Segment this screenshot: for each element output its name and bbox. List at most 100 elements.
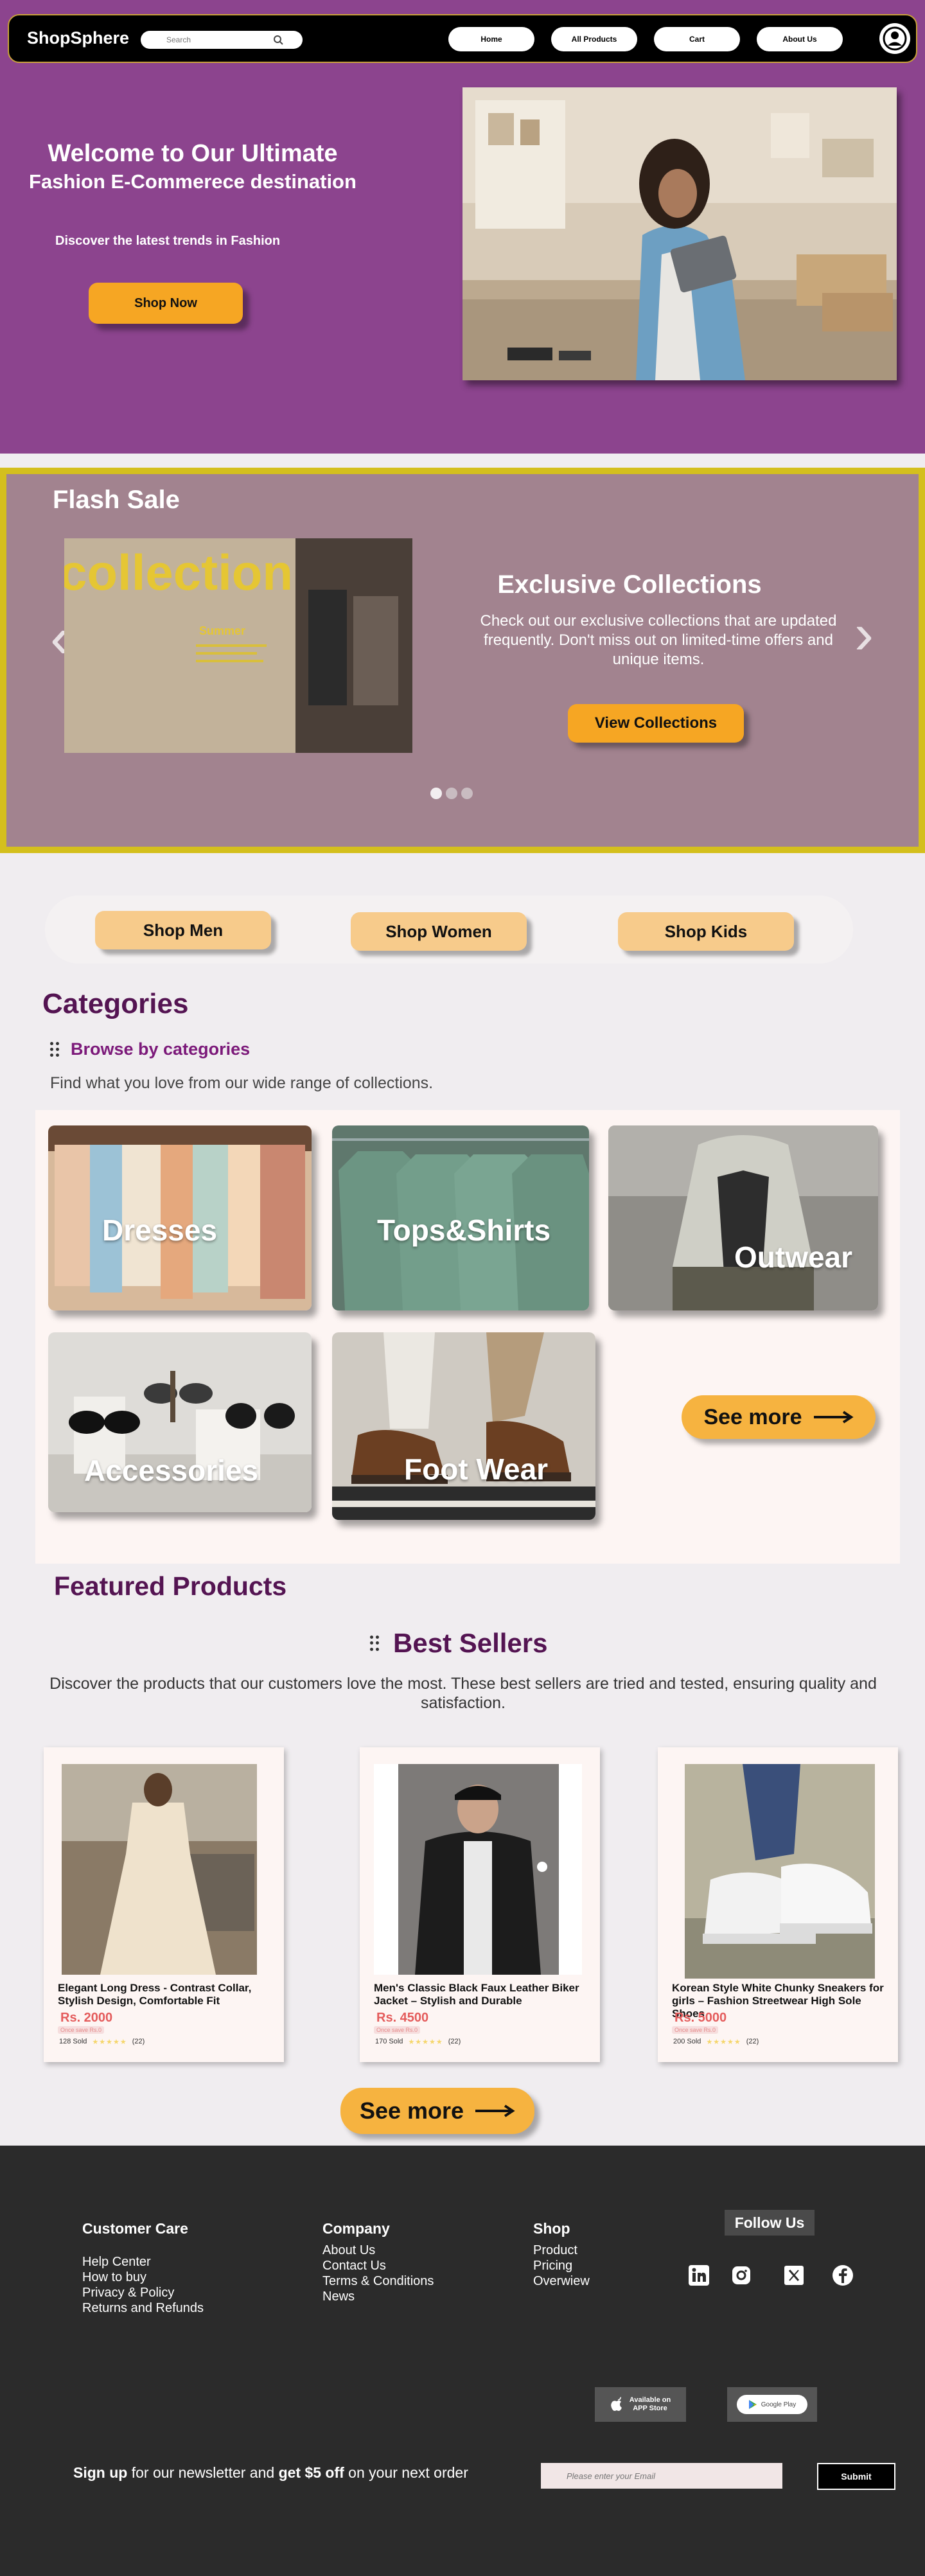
nav-cart[interactable]: Cart (654, 27, 740, 51)
product-reviews: (22) (132, 2038, 145, 2045)
categories-see-more-button[interactable]: See more (682, 1395, 876, 1439)
product-save-badge: Once save Rs.0 (672, 2026, 719, 2034)
category-tops-shirts[interactable]: Tops&Shirts (332, 1125, 589, 1310)
carousel-dot[interactable] (430, 788, 442, 799)
instagram-icon[interactable] (730, 2264, 753, 2287)
newsletter-text: Sign up for our newsletter and get $5 of… (73, 2464, 468, 2481)
image-collection-text: collection (64, 544, 293, 601)
product-name[interactable]: Men's Classic Black Faux Leather Biker J… (374, 1982, 592, 2007)
hero-image (463, 87, 897, 380)
product-image[interactable] (62, 1764, 257, 1975)
nav-home[interactable]: Home (448, 27, 534, 51)
flash-sale-image: collection Summer (64, 538, 412, 753)
category-label: Outwear (734, 1240, 853, 1274)
product-sold: 170 Sold (375, 2038, 403, 2045)
navbar: ShopSphere Home All Products Cart About … (8, 14, 917, 63)
footer-shop: Shop Product Pricing Overwiew (533, 2220, 590, 2289)
arrow-right-icon (475, 2104, 515, 2117)
apple-icon (610, 2397, 622, 2411)
footer: Customer Care Help Center How to buy Pri… (0, 2146, 925, 2576)
product-sold: 200 Sold (673, 2038, 701, 2045)
category-label: Accessories (84, 1454, 259, 1487)
shop-men-button[interactable]: Shop Men (95, 911, 271, 949)
flash-sale-description: Check out our exclusive collections that… (480, 612, 837, 668)
footer-link[interactable]: Help Center (82, 2254, 204, 2270)
submit-button[interactable]: Submit (817, 2463, 895, 2490)
category-accessories[interactable]: Accessories (48, 1332, 312, 1512)
product-meta: 200 Sold ★★★★★ (22) (673, 2038, 759, 2046)
carousel-dot[interactable] (461, 788, 473, 799)
linkedin-icon[interactable] (687, 2264, 710, 2287)
product-card[interactable]: Men's Classic Black Faux Leather Biker J… (360, 1747, 600, 2062)
product-meta: 170 Sold ★★★★★ (22) (375, 2038, 461, 2046)
product-image[interactable] (685, 1764, 875, 1979)
featured-see-more-button[interactable]: See more (340, 2088, 534, 2134)
product-meta: 128 Sold ★★★★★ (22) (59, 2038, 145, 2046)
category-foot-wear[interactable]: Foot Wear (332, 1332, 595, 1520)
footer-customer-care: Customer Care Help Center How to buy Pri… (82, 2220, 204, 2316)
category-outwear[interactable]: Outwear (608, 1125, 878, 1310)
footer-heading: Company (322, 2220, 390, 2237)
user-icon (883, 26, 907, 51)
arrow-right-icon (813, 1411, 854, 1424)
carousel-next-arrow[interactable]: › (854, 605, 874, 663)
logo[interactable]: ShopSphere (27, 28, 129, 48)
product-card[interactable]: Korean Style White Chunky Sneakers for g… (658, 1747, 898, 2062)
nav-about-us[interactable]: About Us (757, 27, 843, 51)
email-input[interactable] (541, 2463, 782, 2489)
footer-link[interactable]: Overwiew (533, 2273, 590, 2289)
category-label: Foot Wear (404, 1452, 549, 1486)
footer-link[interactable]: Pricing (533, 2258, 590, 2273)
nav-all-products[interactable]: All Products (551, 27, 637, 51)
shop-kids-button[interactable]: Shop Kids (618, 912, 794, 951)
footer-link[interactable]: About Us (322, 2243, 434, 2258)
rating-stars-icon: ★★★★★ (706, 2038, 741, 2046)
product-reviews: (22) (746, 2038, 759, 2045)
rating-stars-icon: ★★★★★ (408, 2038, 443, 2046)
x-icon[interactable] (782, 2264, 806, 2287)
footer-link[interactable]: Returns and Refunds (82, 2300, 204, 2316)
facebook-icon[interactable] (831, 2264, 854, 2287)
search-icon[interactable] (273, 35, 283, 45)
footer-heading: Customer Care (82, 2220, 188, 2237)
app-store-badge[interactable]: Available on APP Store (595, 2387, 686, 2422)
footer-link[interactable]: Privacy & Policy (82, 2285, 204, 2300)
search-input[interactable] (141, 31, 269, 49)
product-price: Rs. 2000 (60, 2011, 113, 2025)
hero-section: Welcome to Our Ultimate Fashion E-Commer… (0, 0, 925, 454)
profile-avatar[interactable] (879, 23, 910, 54)
product-card[interactable]: Elegant Long Dress - Contrast Collar, St… (44, 1747, 284, 2062)
product-sold: 128 Sold (59, 2038, 87, 2045)
grip-icon (370, 1636, 379, 1651)
carousel-dot[interactable] (446, 788, 457, 799)
product-price: Rs. 4500 (376, 2011, 429, 2025)
categories-panel: Dresses Tops&Shirts Outwear Accessories … (35, 1110, 900, 1564)
shop-women-button[interactable]: Shop Women (351, 912, 527, 951)
google-play-badge[interactable]: Google Play (727, 2387, 817, 2422)
best-sellers-heading: Best Sellers (370, 1628, 547, 1659)
shop-category-bar: Shop Men Shop Women Shop Kids (45, 895, 853, 964)
product-save-badge: Once save Rs.0 (58, 2026, 105, 2034)
search-bar (141, 31, 303, 49)
hero-subtitle: Discover the latest trends in Fashion (55, 234, 281, 248)
best-sellers-description: Discover the products that our customers… (49, 1675, 877, 1712)
flash-sale-title: Flash Sale (53, 486, 180, 514)
product-price: Rs. 5000 (674, 2011, 727, 2025)
image-summer-text: Summer (199, 624, 245, 637)
footer-heading: Shop (533, 2220, 570, 2237)
footer-link[interactable]: How to buy (82, 2270, 204, 2285)
category-dresses[interactable]: Dresses (48, 1125, 312, 1310)
view-collections-button[interactable]: View Collections (568, 704, 744, 743)
footer-link[interactable]: News (322, 2289, 434, 2304)
footer-link[interactable]: Terms & Conditions (322, 2273, 434, 2289)
categories-title: Categories (42, 988, 189, 1019)
hero-title: Welcome to Our Ultimate Fashion E-Commer… (29, 140, 357, 193)
footer-link[interactable]: Contact Us (322, 2258, 434, 2273)
google-play-icon (748, 2400, 757, 2409)
grip-icon (50, 1041, 59, 1057)
shop-now-button[interactable]: Shop Now (89, 283, 243, 324)
footer-company: Company About Us Contact Us Terms & Cond… (322, 2220, 434, 2304)
footer-link[interactable]: Product (533, 2243, 590, 2258)
product-image[interactable] (374, 1764, 582, 1975)
product-name[interactable]: Elegant Long Dress - Contrast Collar, St… (58, 1982, 276, 2007)
